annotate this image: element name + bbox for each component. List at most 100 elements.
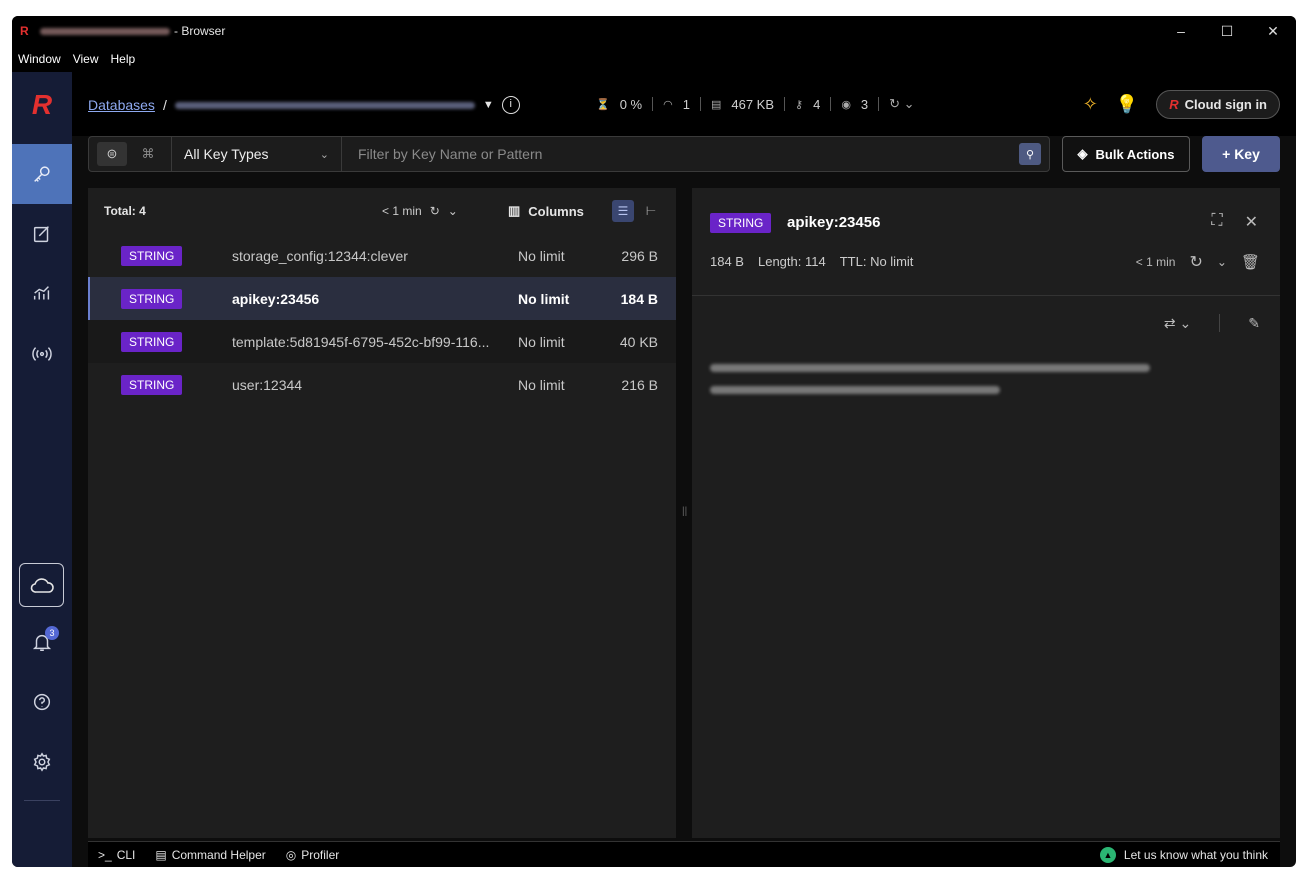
key-name: apikey:23456 [232,290,320,307]
key-ttl: No limit [518,290,570,307]
redis-logo-icon[interactable]: R [27,90,57,120]
key-ttl: No limit [518,247,565,264]
key-type-badge: STRING [121,245,183,266]
table-row[interactable]: STRING template:5d81945f-6795-452c-bf99-… [88,320,676,363]
refresh-icon[interactable]: ↻ [430,204,440,218]
table-row[interactable]: STRING user:12344 No limit 216 B [88,363,676,406]
table-row[interactable]: STRING apikey:23456 No limit 184 B [88,277,676,320]
panel-resize-handle[interactable]: || [682,506,687,517]
window-title-suffix: - Browser [174,24,226,38]
command-helper-button[interactable]: ▤ Command Helper [155,848,265,862]
window-title: - Browser [40,24,225,38]
key-name: template:5d81945f-6795-452c-bf99-116... [232,333,490,350]
detail-length: Length: 114 [757,254,826,269]
add-key-button[interactable]: + Key [1202,136,1280,172]
tree-view-icon[interactable]: ⊢ [640,200,662,222]
detail-key-name[interactable]: apikey:23456 [787,214,880,231]
key-type-badge: STRING [121,331,183,352]
edit-pencil-icon[interactable]: ✎ [1248,315,1260,332]
connections-icon: ◠ [663,98,673,111]
notifications-bell-icon[interactable] [12,612,72,672]
columns-icon: ▥ [508,203,521,218]
cli-button[interactable]: >_ CLI [98,848,135,862]
ai-sparkle-icon[interactable]: ✧ [1083,94,1098,115]
bulk-actions-button[interactable]: ◈ Bulk Actions [1062,136,1190,172]
title-bar: R - Browser – ☐ ✕ [12,16,1296,46]
minimize-button[interactable]: – [1158,16,1204,46]
cloud-signin-button[interactable]: R Cloud sign in [1156,90,1280,119]
chevron-down-icon[interactable]: ⌄ [448,204,458,218]
columns-button[interactable]: ▥ Columns [508,203,584,219]
format-switch-icon[interactable]: ⇄ ⌄ [1164,315,1191,332]
help-icon[interactable] [12,672,72,732]
database-dropdown-icon[interactable]: ▼ [483,99,494,111]
refresh-icon[interactable]: ↻ [1189,252,1202,272]
search-mode-icon[interactable]: ⌘ [133,142,163,166]
filter-mode-icon[interactable]: ⊜ [97,142,127,166]
workbench-icon[interactable] [12,204,72,264]
key-ttl: No limit [518,333,565,350]
feedback-link[interactable]: ▲ Let us know what you think [1099,846,1268,863]
memory-value: 467 KB [731,96,775,112]
list-view-icon[interactable]: ☰ [612,200,634,222]
key-filter-input[interactable] [342,137,1019,171]
settings-gear-icon[interactable] [12,732,72,792]
total-keys: Total: 4 [104,204,146,218]
info-icon[interactable]: i [501,96,520,114]
search-icon[interactable]: ⚲ [1019,143,1041,165]
analysis-icon[interactable] [12,264,72,324]
notifications-count-badge: 3 [45,626,59,640]
menu-view[interactable]: View [73,52,99,66]
delete-icon[interactable]: 🗑 [1241,253,1260,271]
menu-window[interactable]: Window [18,52,61,66]
chevron-down-icon[interactable]: ⌄ [1217,255,1227,269]
key-type-select[interactable]: All Key Types ⌄ [172,137,342,171]
databases-link[interactable]: Databases [88,97,155,113]
redis-small-logo-icon: R [1169,97,1179,112]
table-row[interactable]: STRING storage_config:12344:clever No li… [88,234,676,277]
database-stats: ⏳ 0 % ◠ 1 ▤ 467 KB ⚷ 4 ◉ 3 ↻ ⌄ [596,96,915,112]
cloud-icon[interactable] [19,563,64,607]
fullscreen-icon[interactable]: ⛶ [1211,212,1222,232]
key-size: 216 B [621,376,658,393]
bottom-bar: >_ CLI ▤ Command Helper ◎ Profiler ▲ Let… [88,841,1280,867]
users-icon: ◉ [841,98,851,111]
app-logo-icon: R [20,24,29,38]
key-type-badge: STRING [121,288,183,309]
filter-bar: ⊜ ⌘ All Key Types ⌄ ⚲ [88,136,1050,172]
cpu-icon: ⏳ [596,98,610,111]
sidebar: R 3 ◉ [12,72,72,867]
feedback-icon: ▲ [1099,846,1116,863]
last-refresh-time: < 1 min [382,204,422,218]
close-icon[interactable]: ✕ [1245,212,1258,232]
connections-value: 1 [682,96,690,112]
detail-type-badge: STRING [710,213,772,233]
breadcrumb: Databases / ▼ i [88,96,520,114]
detail-ttl-value[interactable]: No limit [870,254,913,269]
document-icon: ▤ [155,847,167,862]
menu-bar: Window View Help [12,46,1296,72]
database-name-redacted[interactable] [174,101,475,109]
users-value: 3 [860,96,869,112]
window-title-redacted [40,27,170,35]
key-ttl: No limit [518,376,565,393]
browser-key-icon[interactable] [12,144,72,204]
cpu-value: 0 % [619,96,643,112]
keys-icon: ⚷ [795,98,804,111]
pubsub-icon[interactable] [12,324,72,384]
breadcrumb-separator: / [162,97,167,113]
maximize-button[interactable]: ☐ [1204,16,1250,46]
key-detail-panel: STRING apikey:23456 184 B Length: 114 TT… [692,188,1280,838]
insights-bulb-icon[interactable]: 💡 [1116,94,1138,115]
menu-help[interactable]: Help [110,52,135,66]
auto-refresh-icon[interactable]: ↻ ⌄ [889,96,914,112]
database-header: Databases / ▼ i ⏳ 0 % ◠ 1 ▤ 467 KB ⚷ 4 ◉… [72,72,1296,136]
detail-size: 184 B [710,254,744,269]
key-name: storage_config:12344:clever [232,247,408,264]
key-type-badge: STRING [121,374,183,395]
close-window-button[interactable]: ✕ [1250,16,1296,46]
memory-icon: ▤ [710,98,722,111]
profiler-button[interactable]: ◎ Profiler [286,848,340,862]
key-name: user:12344 [232,376,303,393]
sidebar-divider [24,800,60,801]
